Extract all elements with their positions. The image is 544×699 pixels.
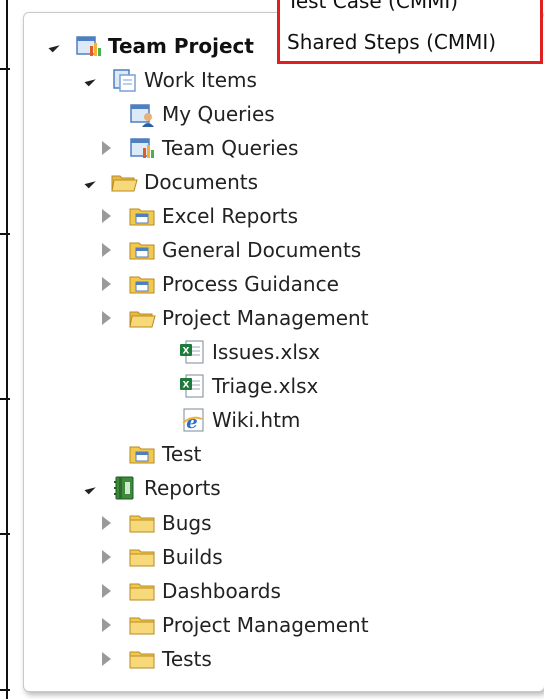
tree-node-tests[interactable]: Tests: [98, 644, 212, 674]
document-folder-icon: [128, 270, 156, 298]
tree-node-test[interactable]: Test: [128, 439, 201, 469]
expand-arrow-icon[interactable]: [98, 276, 114, 292]
collapse-arrow-icon[interactable]: [80, 174, 96, 190]
reports-icon: [110, 474, 138, 502]
left-tick-mark: [0, 533, 10, 535]
tree-node-builds[interactable]: Builds: [98, 542, 223, 572]
tree-label: Builds: [162, 545, 223, 569]
tree-node-general-documents[interactable]: General Documents: [98, 235, 361, 265]
expand-arrow-icon[interactable]: [98, 515, 114, 531]
tree-label: General Documents: [162, 238, 362, 262]
tree-node-wiki-file[interactable]: e Wiki.htm: [178, 405, 300, 435]
tree-node-reports-project-management[interactable]: Project Management: [98, 610, 369, 640]
tree-label: Process Guidance: [162, 272, 339, 296]
team-queries-icon: [128, 134, 156, 162]
document-folder-icon: [128, 236, 156, 264]
tree-label: Excel Reports: [162, 204, 299, 228]
expand-arrow-icon[interactable]: [98, 242, 114, 258]
expand-arrow-icon[interactable]: [98, 583, 114, 599]
tree-node-documents[interactable]: Documents: [80, 167, 258, 197]
open-folder-icon: [110, 168, 138, 196]
tree-node-bugs[interactable]: Bugs: [98, 508, 212, 538]
left-border-line: [0, 0, 8, 699]
tree-node-my-queries[interactable]: My Queries: [128, 99, 275, 129]
tree-label: Work Items: [144, 68, 257, 92]
tree-label: Dashboards: [162, 579, 281, 603]
tree-node-reports[interactable]: Reports: [80, 473, 221, 503]
left-tick-mark: [0, 68, 10, 70]
left-tick-mark: [0, 689, 10, 691]
tree-label: My Queries: [162, 102, 275, 126]
folder-icon: [128, 543, 156, 571]
tree-node-dashboards[interactable]: Dashboards: [98, 576, 281, 606]
folder-icon: [128, 611, 156, 639]
folder-icon: [128, 645, 156, 673]
tree-label: Documents: [144, 170, 259, 194]
team-explorer-panel: Team Project Work Items My Queries Team …: [23, 12, 544, 692]
team-project-icon: [74, 32, 102, 60]
tree-label: Bugs: [162, 511, 212, 535]
menu-item-test-case[interactable]: Test Case (CMMI): [287, 0, 458, 13]
expand-arrow-icon[interactable]: [98, 651, 114, 667]
work-item-type-menu: Test Case (CMMI) Shared Steps (CMMI): [277, 0, 543, 64]
tree-label: Triage.xlsx: [212, 374, 319, 398]
collapse-arrow-icon[interactable]: [44, 38, 60, 54]
my-queries-icon: [128, 100, 156, 128]
tree-label: Project Management: [162, 306, 369, 330]
tree-label: Project Management: [162, 613, 369, 637]
left-tick-mark: [0, 233, 10, 235]
tree-label: Wiki.htm: [212, 408, 301, 432]
tree-label: Test: [162, 442, 202, 466]
left-tick-mark: [0, 398, 10, 400]
work-items-icon: [110, 66, 138, 94]
open-folder-icon: [128, 304, 156, 332]
menu-item-shared-steps[interactable]: Shared Steps (CMMI): [287, 30, 496, 54]
excel-file-icon: X: [178, 338, 206, 366]
expand-arrow-icon[interactable]: [98, 140, 114, 156]
tree-node-team-queries[interactable]: Team Queries: [128, 133, 298, 163]
web-page-icon: e: [178, 406, 206, 434]
tree-node-team-project[interactable]: Team Project: [44, 31, 254, 61]
expand-arrow-icon[interactable]: [98, 208, 114, 224]
collapse-arrow-icon[interactable]: [80, 72, 96, 88]
tree-node-process-guidance[interactable]: Process Guidance: [98, 269, 339, 299]
expand-arrow-icon[interactable]: [98, 310, 114, 326]
document-folder-icon: [128, 202, 156, 230]
tree-label: Team Project: [108, 34, 254, 58]
collapse-arrow-icon[interactable]: [80, 480, 96, 496]
folder-icon: [128, 509, 156, 537]
tree-label: Issues.xlsx: [212, 340, 321, 364]
expand-arrow-icon[interactable]: [98, 549, 114, 565]
tree-node-project-management[interactable]: Project Management: [98, 303, 369, 333]
svg-text:e: e: [186, 412, 197, 433]
expand-arrow-icon[interactable]: [98, 617, 114, 633]
tree-node-work-items[interactable]: Work Items: [80, 65, 257, 95]
document-folder-icon: [128, 440, 156, 468]
folder-icon: [128, 577, 156, 605]
tree-node-triage-file[interactable]: X Triage.xlsx: [178, 371, 318, 401]
svg-text:X: X: [183, 347, 190, 357]
tree-label: Reports: [144, 476, 221, 500]
tree-label: Team Queries: [162, 136, 299, 160]
tree-node-issues-file[interactable]: X Issues.xlsx: [178, 337, 320, 367]
tree-node-excel-reports[interactable]: Excel Reports: [98, 201, 298, 231]
tree-label: Tests: [162, 647, 212, 671]
excel-file-icon: X: [178, 372, 206, 400]
svg-text:X: X: [183, 381, 190, 391]
